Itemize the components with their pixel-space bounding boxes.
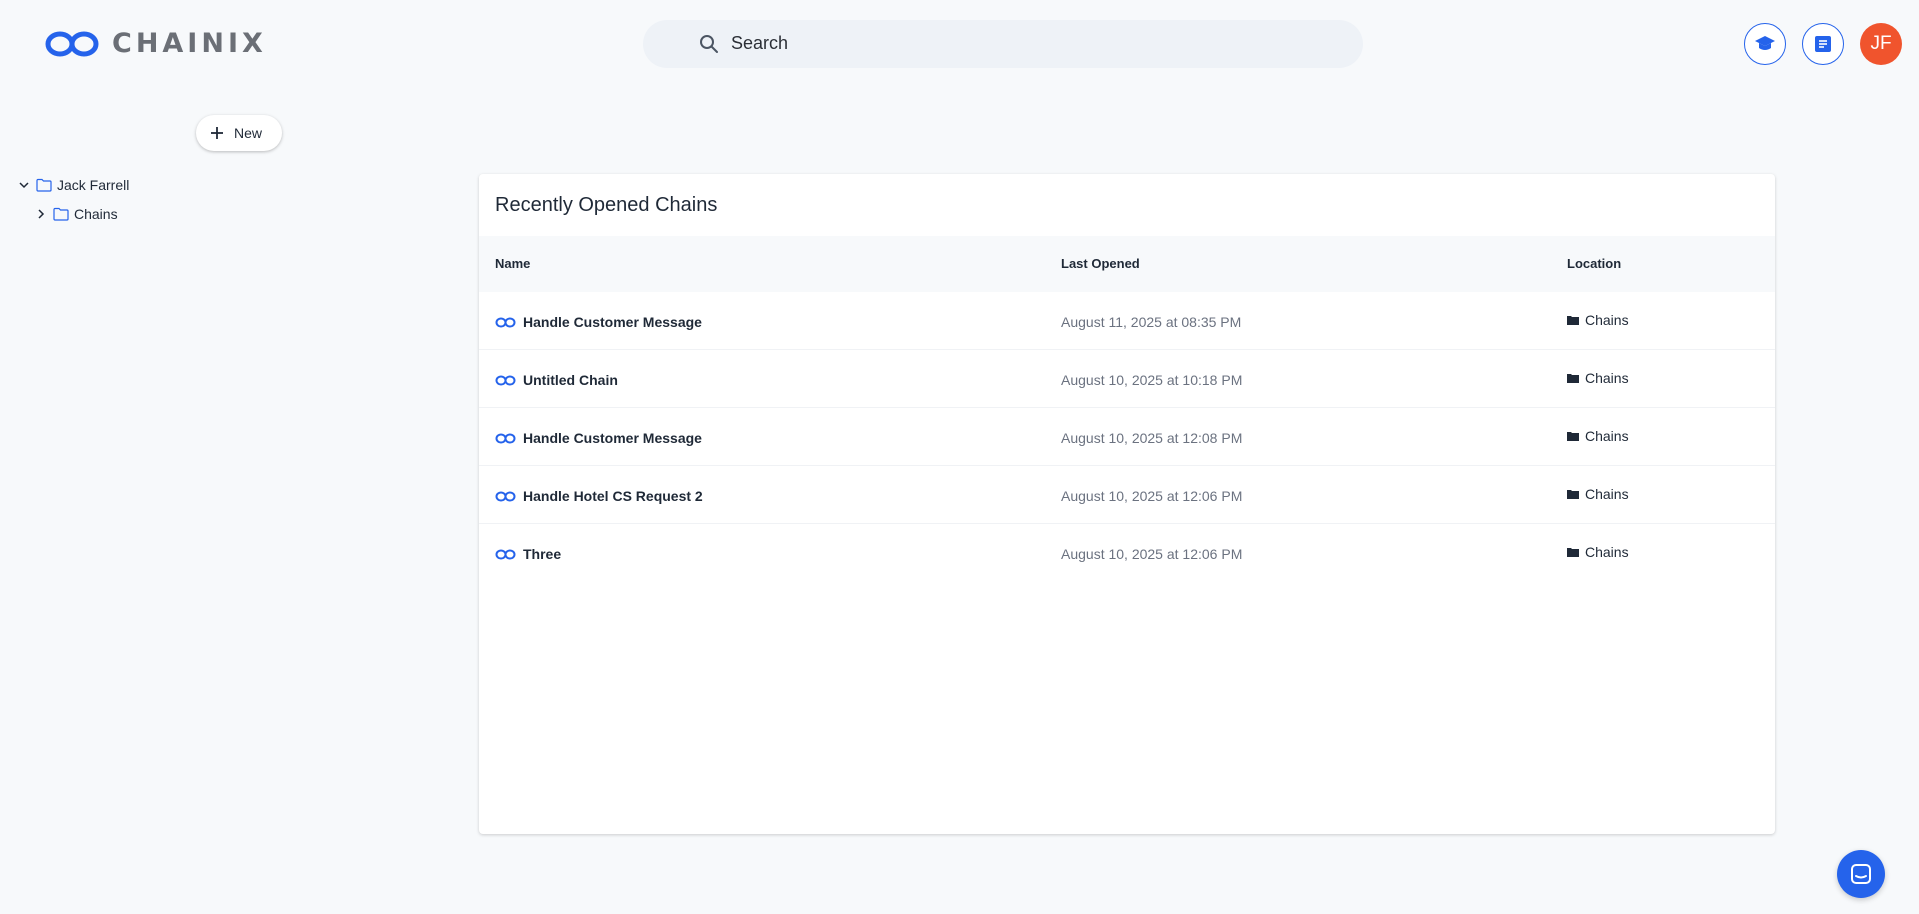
location[interactable]: Chains [1567,428,1629,444]
brand-name: CHAINIX [112,28,267,59]
location[interactable]: Chains [1567,370,1629,386]
last-opened: August 11, 2025 at 08:35 PM [1061,314,1242,330]
tree-item-label: Jack Farrell [57,177,130,193]
new-button[interactable]: New [196,115,282,151]
column-header-name[interactable]: Name [495,256,530,271]
folder-filled-icon [1567,432,1579,441]
chain-infinity-icon [495,317,516,327]
folder-filled-icon [1567,548,1579,557]
search-input[interactable]: Search [731,33,788,54]
folder-icon [53,207,69,221]
chain-name[interactable]: Three [495,546,561,562]
learn-button[interactable] [1744,23,1786,65]
last-opened: August 10, 2025 at 12:06 PM [1061,546,1243,562]
chain-name[interactable]: Handle Customer Message [495,314,702,330]
folder-filled-icon [1567,490,1579,499]
new-button-label: New [234,125,263,141]
tree-item-jack-farrell[interactable]: Jack Farrell [18,177,129,193]
location[interactable]: Chains [1567,544,1629,560]
chat-icon [1851,864,1871,884]
card-title: Recently Opened Chains [495,194,718,216]
chevron-right-icon[interactable] [35,208,47,220]
chainix-logo[interactable]: CHAINIX [44,28,267,59]
chain-name[interactable]: Handle Hotel CS Request 2 [495,488,703,504]
table-row[interactable]: Handle Customer Message August 11, 2025 … [479,292,1775,350]
plus-icon [211,127,223,139]
document-icon [1815,36,1831,52]
docs-button[interactable] [1802,23,1844,65]
infinity-logo-icon [45,31,99,56]
recent-chains-card: Recently Opened Chains Name Last Opened … [479,174,1775,834]
folder-icon [36,178,52,192]
folder-filled-icon [1567,374,1579,383]
table-row[interactable]: Untitled Chain August 10, 2025 at 10:18 … [479,350,1775,408]
location[interactable]: Chains [1567,486,1629,502]
chain-infinity-icon [495,375,516,385]
last-opened: August 10, 2025 at 12:06 PM [1061,488,1243,504]
chain-name[interactable]: Untitled Chain [495,372,618,388]
folder-filled-icon [1567,316,1579,325]
graduation-cap-icon [1755,36,1775,50]
user-avatar[interactable]: JF [1860,23,1902,65]
tree-item-label: Chains [74,206,118,222]
location[interactable]: Chains [1567,312,1629,328]
search-bar[interactable]: Search [643,20,1363,68]
tree-item-chains[interactable]: Chains [35,206,118,222]
chevron-down-icon[interactable] [18,179,30,191]
column-header-last-opened[interactable]: Last Opened [1061,256,1140,271]
search-icon [700,35,718,53]
last-opened: August 10, 2025 at 12:08 PM [1061,430,1243,446]
chain-infinity-icon [495,433,516,443]
chain-infinity-icon [495,491,516,501]
chat-button[interactable] [1837,850,1885,898]
chain-infinity-icon [495,549,516,559]
last-opened: August 10, 2025 at 10:18 PM [1061,372,1243,388]
chain-name[interactable]: Handle Customer Message [495,430,702,446]
table-row[interactable]: Handle Hotel CS Request 2 August 10, 202… [479,466,1775,524]
table-header: Name Last Opened Location [479,236,1775,292]
column-header-location[interactable]: Location [1567,256,1621,271]
table-row[interactable]: Handle Customer Message August 10, 2025 … [479,408,1775,466]
table-row[interactable]: Three August 10, 2025 at 12:06 PM Chains [479,524,1775,582]
